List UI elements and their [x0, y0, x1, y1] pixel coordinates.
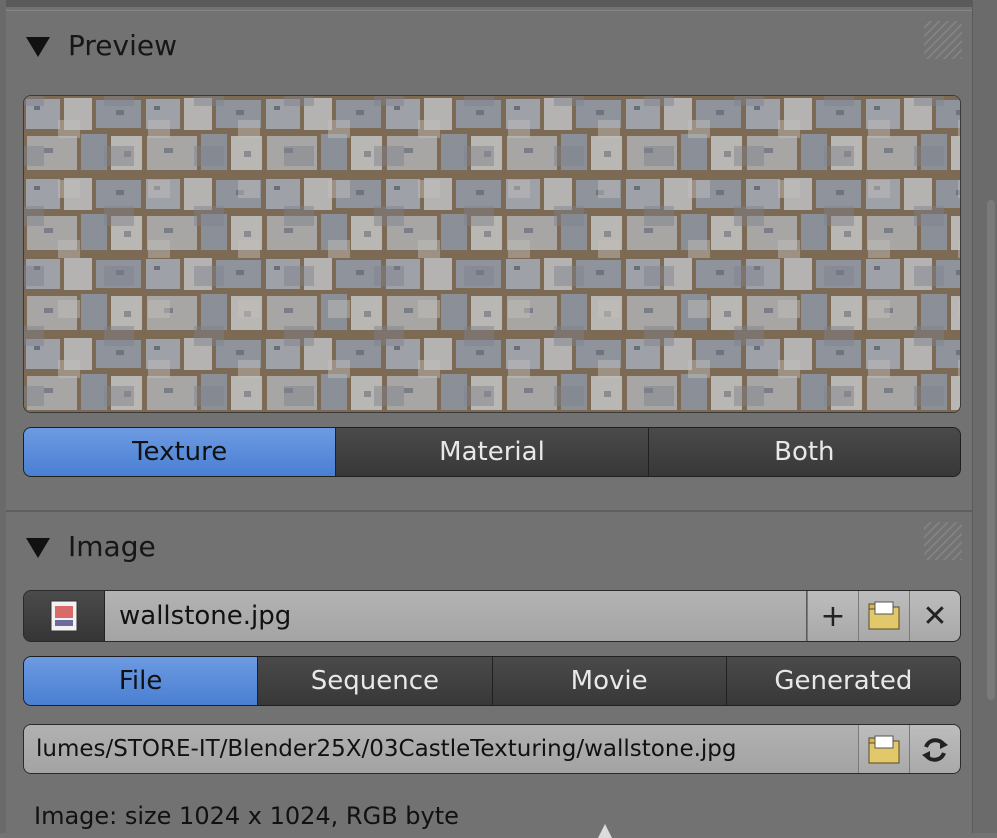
- image-icon: [50, 600, 78, 632]
- collapse-triangle-icon[interactable]: [26, 37, 50, 57]
- image-panel-header[interactable]: Image: [6, 512, 972, 582]
- folder-icon: [868, 735, 900, 764]
- material-mode-button[interactable]: Material: [335, 428, 648, 476]
- image-info-label: Image: size 1024 x 1024, RGB byte: [34, 802, 459, 830]
- source-sequence-tab[interactable]: Sequence: [257, 657, 492, 705]
- reload-image-button[interactable]: [909, 725, 960, 773]
- image-browse-button[interactable]: [24, 591, 105, 641]
- x-icon: ✕: [922, 598, 948, 634]
- preview-mode-selector: Texture Material Both: [23, 427, 961, 477]
- open-image-button[interactable]: [858, 591, 909, 641]
- new-image-button[interactable]: +: [807, 591, 858, 641]
- image-panel: Image wallstone.jpg + ✕ File Sequence Mo…: [6, 510, 972, 835]
- preview-panel-header[interactable]: Preview: [6, 11, 972, 81]
- browse-file-button[interactable]: [858, 725, 909, 773]
- filepath-field[interactable]: lumes/STORE-IT/Blender25X/03CastleTextur…: [24, 725, 858, 773]
- folder-icon: [868, 601, 900, 630]
- reload-icon: [922, 738, 948, 762]
- both-mode-button[interactable]: Both: [647, 428, 960, 476]
- image-source-selector: File Sequence Movie Generated: [23, 656, 961, 706]
- panel-drag-grip-icon[interactable]: [924, 21, 962, 59]
- preview-panel: Preview Texture Material Both: [6, 10, 972, 507]
- stone-wall-texture: [24, 96, 960, 412]
- filepath-row: lumes/STORE-IT/Blender25X/03CastleTextur…: [23, 724, 961, 774]
- source-movie-tab[interactable]: Movie: [491, 657, 726, 705]
- image-panel-title: Image: [68, 530, 156, 563]
- panel-drag-grip-icon[interactable]: [924, 522, 962, 560]
- source-file-tab[interactable]: File: [24, 657, 258, 705]
- source-generated-tab[interactable]: Generated: [725, 657, 960, 705]
- scrollbar-track[interactable]: [972, 0, 997, 833]
- image-name-field[interactable]: wallstone.jpg: [105, 591, 807, 641]
- scrollbar-thumb[interactable]: [987, 200, 995, 700]
- plus-icon: +: [820, 598, 846, 634]
- preview-panel-title: Preview: [68, 29, 177, 62]
- texture-preview-image: [23, 95, 961, 413]
- mouse-cursor-icon: [598, 824, 612, 838]
- texture-mode-button[interactable]: Texture: [24, 428, 336, 476]
- image-datablock-selector: wallstone.jpg + ✕: [23, 590, 961, 642]
- collapse-triangle-icon[interactable]: [26, 538, 50, 558]
- unlink-image-button[interactable]: ✕: [909, 591, 960, 641]
- editor-top-border: [0, 0, 997, 7]
